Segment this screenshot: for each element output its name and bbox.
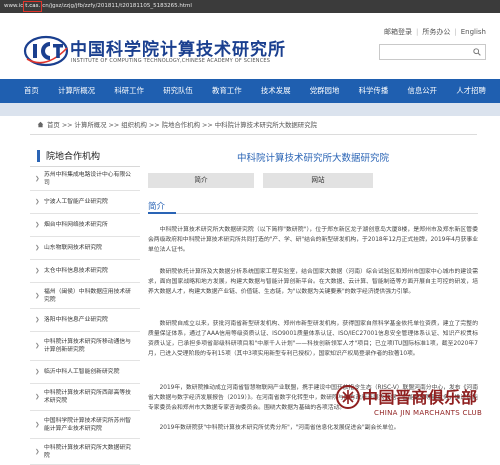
nav-item-overview[interactable]: 计算所概况 <box>58 79 95 103</box>
search-input[interactable] <box>379 44 486 60</box>
sidebar-item-label: 洛阳中科信息产业研究院 <box>44 317 108 323</box>
sidebar-item-label: 中国科学院计算技术研究所苏州智能计算产业技术研究院 <box>44 417 131 432</box>
chevron-right-icon: ❯ <box>35 317 40 323</box>
home-icon[interactable] <box>37 121 44 128</box>
tab-intro[interactable]: 简介 <box>148 173 254 188</box>
sidebar-item[interactable]: ❯ 中科院计算技术研究所西部高等技术研究院 <box>30 384 140 411</box>
sidebar-item-label: 太仓中科信息技术研究院 <box>44 268 108 274</box>
sidebar-item-label: 福州（闽侯）中科数据应用技术研究院 <box>44 288 131 303</box>
tab-website[interactable]: 网站 <box>263 173 373 188</box>
section-accent <box>148 212 176 214</box>
sidebar: 院地合作机构 ❯ 苏州中科集成电路设计中心有限公司 ❯ 宁波人工智能产业研究院 ❯ 烟… <box>30 145 140 465</box>
sidebar-item[interactable]: ❯ 洛阳中科信息产业研究院 <box>30 309 140 332</box>
nav-item-tech-dev[interactable]: 技术发展 <box>261 79 291 103</box>
office-link[interactable]: 所务办公 <box>422 27 450 37</box>
search-icon[interactable] <box>473 48 481 56</box>
divider <box>30 134 477 135</box>
browser-url-bar[interactable]: www.ic t.cas. cn/jgsz/zzjg/jfb/zzfy/201811… <box>0 0 500 13</box>
site-logo-subtitle: INSTITUTE OF COMPUTING TECHNOLOGY,CHINES… <box>71 58 271 64</box>
english-link[interactable]: English <box>461 28 486 36</box>
sidebar-item[interactable]: ❯ 苏州中科集成电路设计中心有限公司 <box>30 167 140 191</box>
nav-item-research[interactable]: 科研工作 <box>114 79 144 103</box>
main-nav: 首页 计算所概况 科研工作 研究队伍 教育工作 技术发展 党群园地 科学传播 信… <box>0 79 500 103</box>
nav-item-party[interactable]: 党群园地 <box>310 79 340 103</box>
paragraph: 数研院依托计算所及大数据分析系统国家工程实验室，结合国家大数据（河南）综合试验区… <box>148 269 478 295</box>
sidebar-item-label: 山东物联网技术研究院 <box>44 245 102 251</box>
url-suffix: cn/jgsz/zzjg/jfb/zzfy/201811/t20181105_5… <box>42 3 192 9</box>
nav-item-education[interactable]: 教育工作 <box>212 79 242 103</box>
nav-item-team[interactable]: 研究队伍 <box>163 79 193 103</box>
divider: | <box>416 28 419 36</box>
sidebar-item[interactable]: ❯ 烟台中科网络技术研究所 <box>30 214 140 237</box>
top-links: 邮箱登录 | 所务办公 | English <box>384 27 486 37</box>
breadcrumb-text[interactable]: 首页 >> 计算所概况 >> 组织机构 >> 院地合作机构 >> 中科院计算技术… <box>47 121 317 129</box>
mail-login-link[interactable]: 邮箱登录 <box>384 27 412 37</box>
url-prefix: www.ic <box>4 3 24 9</box>
url-highlight: t.cas. <box>23 1 43 12</box>
nav-item-science[interactable]: 科学传播 <box>359 79 389 103</box>
divider <box>148 212 478 214</box>
watermark-subtitle: CHINA JIN MARCHANTS CLUB <box>374 409 483 417</box>
chevron-right-icon: ❯ <box>35 394 40 400</box>
site-header: 中国科学院计算技术研究所 INSTITUTE OF COMPUTING TECH… <box>0 13 500 79</box>
sidebar-item-active[interactable]: ❯ 中科院计算技术研究所大数据研究院 <box>30 439 140 465</box>
sidebar-item[interactable]: ❯ 临沂中科人工智能创新研究院 <box>30 361 140 384</box>
chevron-right-icon: ❯ <box>35 199 40 205</box>
sidebar-accent-bar <box>37 150 40 162</box>
sidebar-item-label: 苏州中科集成电路设计中心有限公司 <box>44 171 131 186</box>
chevron-right-icon: ❯ <box>35 343 40 349</box>
sidebar-item[interactable]: ❯ 中国科学院计算技术研究所苏州智能计算产业技术研究院 <box>30 411 140 439</box>
chevron-right-icon: ❯ <box>35 175 40 182</box>
section-title: 简介 <box>148 202 166 212</box>
site-logo-title[interactable]: 中国科学院计算技术研究所 <box>70 35 286 60</box>
chevron-right-icon: ❯ <box>35 245 40 251</box>
nav-item-home[interactable]: 首页 <box>24 79 39 103</box>
sidebar-title: 院地合作机构 <box>46 152 101 162</box>
sidebar-item-label: 中科院计算技术研究所移动通信与计算创新研究院 <box>44 339 131 353</box>
sidebar-header: 院地合作机构 <box>30 145 140 167</box>
chevron-right-icon: ❯ <box>35 292 40 299</box>
sidebar-item[interactable]: ❯ 宁波人工智能产业研究院 <box>30 191 140 214</box>
nav-item-jobs[interactable]: 人才招聘 <box>456 79 486 103</box>
paragraph: 数研院自成立以来，获批河南省新型研发机构、郑州市新型研发机构，获得国家自然科学基… <box>148 321 478 357</box>
banner-strip <box>0 103 500 116</box>
breadcrumb: 首页 >> 计算所概况 >> 组织机构 >> 院地合作机构 >> 中科院计算技术… <box>37 120 317 129</box>
sidebar-item[interactable]: ❯ 山东物联网技术研究院 <box>30 237 140 260</box>
sidebar-item-label: 中科院计算技术研究所西部高等技术研究院 <box>44 390 131 404</box>
page-title: 中科院计算技术研究所大数据研究院 <box>236 153 389 164</box>
paragraph: 中科院计算技术研究所大数据研究院（以下简称"数研院"），位于郑东新区龙子湖创意岛… <box>148 227 478 253</box>
chevron-right-icon: ❯ <box>35 448 40 455</box>
nav-item-info[interactable]: 信息公开 <box>407 79 437 103</box>
sidebar-item-label: 临沂中科人工智能创新研究院 <box>44 369 120 375</box>
chevron-right-icon: ❯ <box>35 268 40 274</box>
sidebar-item-label: 烟台中科网络技术研究所 <box>44 222 108 228</box>
paragraph: 2019年数研院获"中科院计算技术研究所优秀分所"，"河南省信息化发展促进会"副… <box>159 425 400 431</box>
sidebar-item-label: 宁波人工智能产业研究院 <box>44 199 108 205</box>
chevron-right-icon: ❯ <box>35 421 40 428</box>
watermark-title: 中国晋商俱乐部 <box>362 388 478 407</box>
sidebar-item[interactable]: ❯ 福州（闽侯）中科数据应用技术研究院 <box>30 283 140 309</box>
sidebar-item[interactable]: ❯ 太仓中科信息技术研究院 <box>30 260 140 283</box>
chevron-right-icon: ❯ <box>35 369 40 375</box>
sidebar-item[interactable]: ❯ 中科院计算技术研究所移动通信与计算创新研究院 <box>30 332 140 361</box>
chevron-right-icon: ❯ <box>35 222 40 228</box>
sidebar-item-label: 中科院计算技术研究所大数据研究院 <box>44 444 131 459</box>
ict-logo-icon[interactable] <box>23 34 69 68</box>
tab-bar: 简介 网站 <box>148 173 478 188</box>
divider: | <box>454 28 457 36</box>
